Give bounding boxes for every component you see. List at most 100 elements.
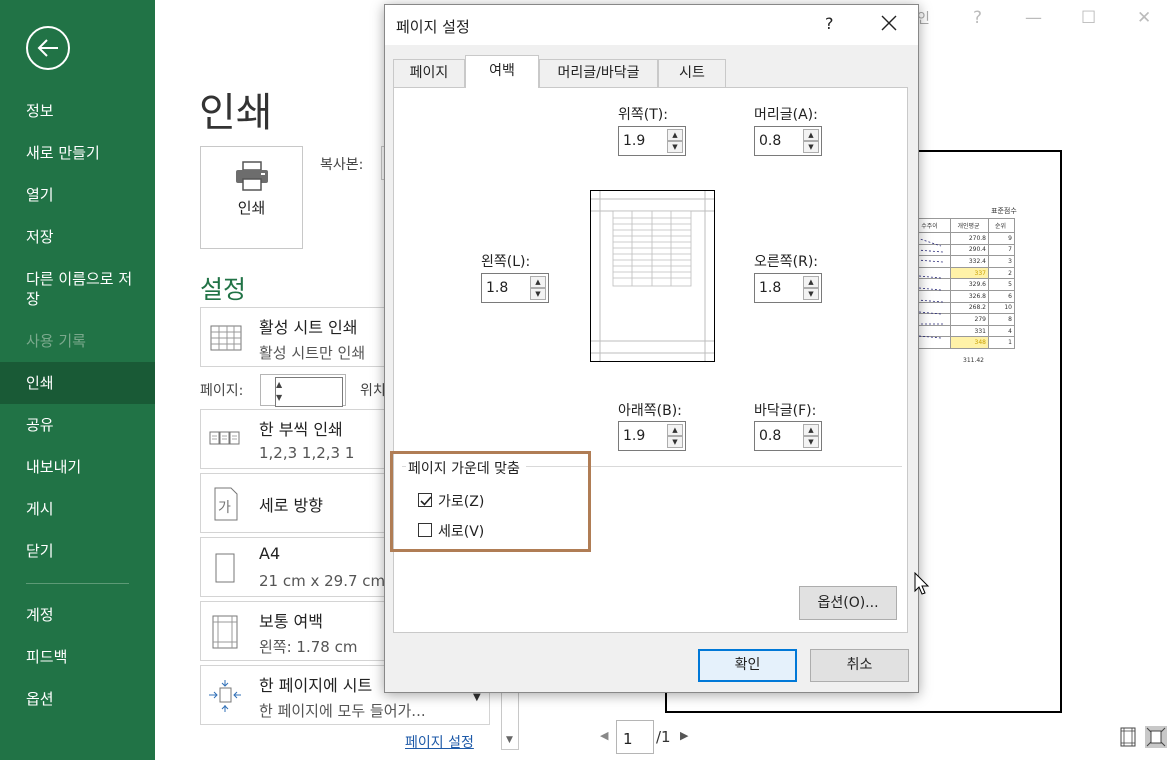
preview-avg-cell: 329.6 bbox=[950, 278, 989, 291]
settings-scrollbar[interactable]: ▼ bbox=[501, 690, 519, 750]
preview-avg-cell: 331 bbox=[950, 324, 989, 338]
dialog-title: 페이지 설정 bbox=[396, 18, 470, 36]
orientation-label: 세로 방향 bbox=[259, 496, 323, 515]
preview-avg-cell: 290.4 bbox=[950, 243, 989, 257]
minimize-icon[interactable]: — bbox=[1025, 8, 1042, 28]
nav-close[interactable]: 닫기 bbox=[0, 541, 155, 561]
close-window-icon[interactable]: ✕ bbox=[1137, 8, 1151, 28]
footer-margin-label: 바닥글(F): bbox=[754, 403, 817, 419]
preview-avg-cell: 270.8 bbox=[950, 232, 989, 245]
orientation-glyph: 가 bbox=[218, 500, 231, 516]
pages-spinner[interactable]: ▲ ▼ bbox=[275, 377, 343, 407]
bottom-margin-spinner[interactable]: ▲ ▼ bbox=[667, 424, 683, 448]
right-margin-input[interactable]: 1.8 ▲ ▼ bbox=[754, 273, 822, 303]
backstage-sidebar: 정보 새로 만들기 열기 저장 다른 이름으로 저장 사용 기록 인쇄 공유 내… bbox=[0, 0, 155, 760]
nav-history: 사용 기록 bbox=[26, 332, 86, 350]
zoom-page-icon bbox=[1146, 727, 1166, 747]
options-button[interactable]: 옵션(O)... bbox=[799, 586, 897, 620]
nav-publish[interactable]: 게시 bbox=[0, 499, 155, 519]
cancel-button[interactable]: 취소 bbox=[810, 649, 909, 682]
nav-print[interactable]: 인쇄 bbox=[0, 362, 155, 404]
nav-account[interactable]: 계정 bbox=[0, 605, 155, 625]
maximize-icon[interactable]: ☐ bbox=[1081, 8, 1096, 28]
margins-icon bbox=[212, 615, 238, 649]
preview-rank-cell: 2 bbox=[988, 266, 1015, 280]
prev-page-icon[interactable]: ◀ bbox=[600, 729, 608, 742]
tab-header-footer[interactable]: 머리글/바닥글 bbox=[539, 59, 658, 87]
tab-sheet[interactable]: 시트 bbox=[658, 59, 726, 87]
next-page-icon[interactable]: ▶ bbox=[680, 729, 688, 742]
dialog-help-icon[interactable]: ? bbox=[825, 14, 834, 33]
header-margin-spinner[interactable]: ▲ ▼ bbox=[803, 129, 819, 153]
margins-desc: 왼쪽: 1.78 cm bbox=[259, 638, 358, 656]
header-margin-input[interactable]: 0.8 ▲ ▼ bbox=[754, 126, 822, 156]
left-margin-label: 왼쪽(L): bbox=[481, 254, 531, 270]
margins-view-icon bbox=[1120, 727, 1136, 747]
current-page-input[interactable]: 1 bbox=[616, 720, 654, 754]
preview-avg-cell: 268.2 bbox=[950, 301, 989, 315]
fit-to-page-icon bbox=[209, 680, 241, 712]
right-margin-spinner[interactable]: ▲ ▼ bbox=[803, 276, 819, 300]
preview-avg-cell: 348 bbox=[950, 336, 989, 349]
preview-col-header: 개인평균 bbox=[950, 218, 989, 233]
left-margin-input[interactable]: 1.8 ▲ ▼ bbox=[481, 273, 549, 303]
help-icon[interactable]: ? bbox=[973, 8, 982, 28]
nav-export[interactable]: 내보내기 bbox=[0, 457, 155, 477]
preview-rank-cell: 9 bbox=[988, 232, 1015, 245]
paper-size-label: A4 bbox=[259, 544, 281, 563]
back-button[interactable] bbox=[26, 26, 70, 70]
preview-rank-cell: 3 bbox=[988, 255, 1015, 268]
settings-title: 설정 bbox=[200, 275, 247, 304]
footer-margin-spinner[interactable]: ▲ ▼ bbox=[803, 424, 819, 448]
preview-rank-cell: 6 bbox=[988, 289, 1015, 303]
preview-header: 표준점수 bbox=[991, 207, 1017, 215]
dialog-titlebar[interactable]: 페이지 설정 ? bbox=[385, 5, 918, 45]
tab-page[interactable]: 페이지 bbox=[393, 59, 465, 87]
bottom-margin-label: 아래쪽(B): bbox=[618, 403, 682, 419]
collate-label: 한 부씩 인쇄 bbox=[259, 420, 343, 439]
nav-info[interactable]: 정보 bbox=[0, 101, 155, 121]
scaling-label: 한 페이지에 시트 bbox=[259, 676, 373, 695]
preview-avg-cell: 279 bbox=[950, 313, 989, 326]
nav-share[interactable]: 공유 bbox=[0, 415, 155, 435]
copies-label: 복사본: bbox=[320, 157, 364, 173]
nav-new[interactable]: 새로 만들기 bbox=[0, 143, 155, 163]
pages-from-input[interactable]: ▲ ▼ bbox=[260, 374, 346, 407]
page-setup-link[interactable]: 페이지 설정 bbox=[405, 732, 474, 752]
page-title: 인쇄 bbox=[199, 90, 273, 136]
tab-margins[interactable]: 여백 bbox=[465, 55, 539, 88]
paper-icon bbox=[215, 553, 235, 583]
page-setup-dialog: 페이지 설정 ? 페이지 여백 머리글/바닥글 시트 위쪽(T): 1.9 ▲ ▼… bbox=[384, 4, 919, 693]
mouse-cursor-icon bbox=[914, 572, 930, 595]
dialog-close-icon[interactable] bbox=[879, 13, 899, 33]
top-margin-value: 1.9 bbox=[623, 133, 646, 149]
bottom-margin-input[interactable]: 1.9 ▲ ▼ bbox=[618, 421, 686, 451]
preview-rank-cell: 8 bbox=[988, 313, 1015, 326]
pages-label: 페이지: bbox=[200, 383, 244, 399]
top-margin-input[interactable]: 1.9 ▲ ▼ bbox=[618, 126, 686, 156]
scaling-chevron-down-icon[interactable]: ▼ bbox=[473, 692, 481, 703]
print-button[interactable]: 인쇄 bbox=[200, 146, 303, 249]
zoom-to-page-button[interactable] bbox=[1145, 726, 1167, 748]
preview-rank-cell: 4 bbox=[988, 324, 1015, 338]
nav-save[interactable]: 저장 bbox=[0, 227, 155, 247]
top-margin-label: 위쪽(T): bbox=[618, 107, 668, 123]
right-margin-value: 1.8 bbox=[759, 280, 782, 296]
left-margin-spinner[interactable]: ▲ ▼ bbox=[530, 276, 546, 300]
preview-total: 311.42 bbox=[963, 357, 984, 364]
show-margins-button[interactable] bbox=[1117, 726, 1139, 748]
ok-button[interactable]: 확인 bbox=[698, 649, 797, 682]
footer-margin-input[interactable]: 0.8 ▲ ▼ bbox=[754, 421, 822, 451]
top-margin-spinner[interactable]: ▲ ▼ bbox=[667, 129, 683, 153]
nav-open[interactable]: 열기 bbox=[0, 185, 155, 205]
nav-save-as[interactable]: 다른 이름으로 저장 bbox=[0, 269, 145, 309]
nav-options[interactable]: 옵션 bbox=[0, 689, 155, 709]
print-what-label: 활성 시트 인쇄 bbox=[259, 318, 358, 337]
nav-feedback[interactable]: 피드백 bbox=[0, 647, 155, 667]
scroll-down-icon[interactable]: ▼ bbox=[506, 735, 513, 745]
right-margin-label: 오른쪽(R): bbox=[754, 254, 819, 270]
preview-avg-cell: 337 bbox=[950, 266, 989, 280]
preview-col-header: 순위 bbox=[988, 218, 1015, 233]
print-what-desc: 활성 시트만 인쇄 bbox=[259, 344, 366, 362]
margin-preview-drawing bbox=[591, 191, 714, 361]
